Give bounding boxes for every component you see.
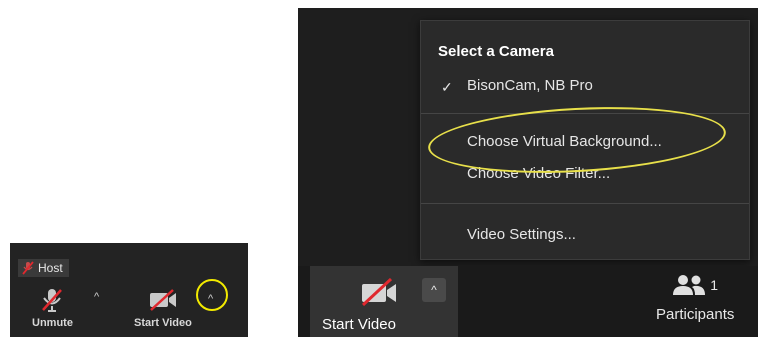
meeting-window: Select a Camera ✓ BisonCam, NB Pro Choos…	[298, 8, 758, 337]
check-icon: ✓	[441, 79, 453, 95]
highlight-circle	[196, 279, 228, 311]
start-video-button[interactable]: Start Video ^	[310, 266, 458, 337]
camera-option-bisoncam[interactable]: BisonCam, NB Pro	[467, 77, 593, 94]
participants-button[interactable]: 1 Participants	[656, 274, 734, 323]
video-off-icon	[361, 278, 396, 306]
start-video-label-small: Start Video	[134, 317, 192, 329]
muted-microphone-icon	[42, 289, 63, 312]
host-tag: Host	[18, 259, 69, 277]
start-video-label: Start Video	[322, 316, 396, 333]
meeting-toolbar: Start Video ^ 1 Participants	[298, 266, 758, 337]
small-meeting-toolbar: Host Unmute ^ Start Video ^	[10, 243, 248, 337]
participants-label: Participants	[656, 306, 735, 323]
host-label: Host	[38, 261, 63, 275]
unmute-label: Unmute	[32, 317, 73, 329]
participants-icon	[673, 275, 706, 295]
video-options-chevron[interactable]: ^	[422, 278, 446, 302]
participants-count: 1	[710, 277, 719, 293]
video-off-icon	[149, 289, 176, 311]
unmute-button[interactable]: Unmute	[32, 287, 73, 329]
start-video-button-small[interactable]: Start Video	[134, 287, 192, 329]
camera-menu-title: Select a Camera	[438, 43, 554, 60]
muted-mic-icon	[22, 261, 34, 275]
audio-options-chevron[interactable]: ^	[94, 291, 99, 303]
menu-divider	[421, 203, 749, 204]
video-settings-item[interactable]: Video Settings...	[467, 226, 576, 243]
